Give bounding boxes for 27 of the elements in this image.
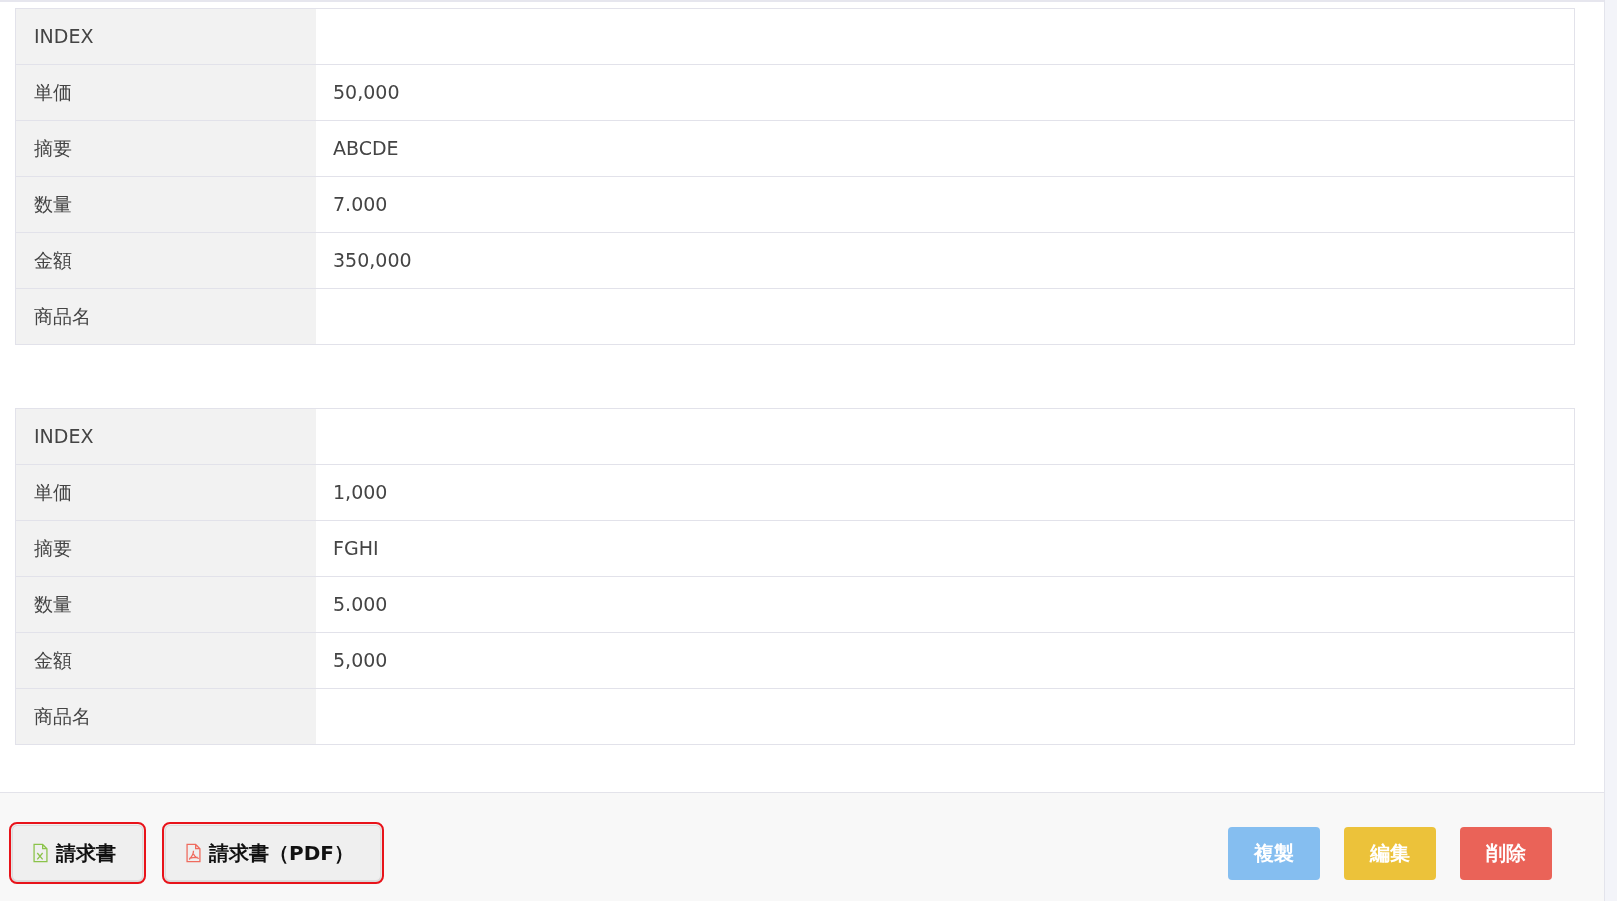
row-label: 数量	[16, 177, 316, 232]
row-label: 商品名	[16, 289, 316, 344]
row-value: FGHI	[332, 536, 380, 561]
row-label: 金額	[16, 633, 316, 688]
row-label: 単価	[16, 465, 316, 520]
row-label: INDEX	[16, 9, 316, 64]
row-value: 5,000	[332, 648, 389, 673]
row-value: 50,000	[332, 80, 401, 105]
spreadsheet-file-icon	[33, 843, 48, 863]
row-value: 5.000	[332, 592, 389, 617]
invoice-excel-button[interactable]: 請求書	[12, 825, 143, 881]
row-label: 商品名	[16, 689, 316, 744]
row-value: 7.000	[332, 192, 389, 217]
row-value: 350,000	[332, 248, 413, 273]
action-button[interactable]: 複製	[1228, 826, 1320, 880]
row-label: INDEX	[16, 409, 316, 464]
action-button[interactable]: 削除	[1460, 826, 1552, 880]
pdf-file-icon	[186, 843, 201, 863]
action-button[interactable]: 編集	[1344, 826, 1436, 880]
row-label: 摘要	[16, 121, 316, 176]
row-value: ABCDE	[332, 136, 400, 161]
row-label: 単価	[16, 65, 316, 120]
row-value: 1,000	[332, 480, 389, 505]
invoice-pdf-button[interactable]: 請求書（PDF）	[165, 825, 381, 881]
row-label: 摘要	[16, 521, 316, 576]
row-label: 数量	[16, 577, 316, 632]
row-label: 金額	[16, 233, 316, 288]
